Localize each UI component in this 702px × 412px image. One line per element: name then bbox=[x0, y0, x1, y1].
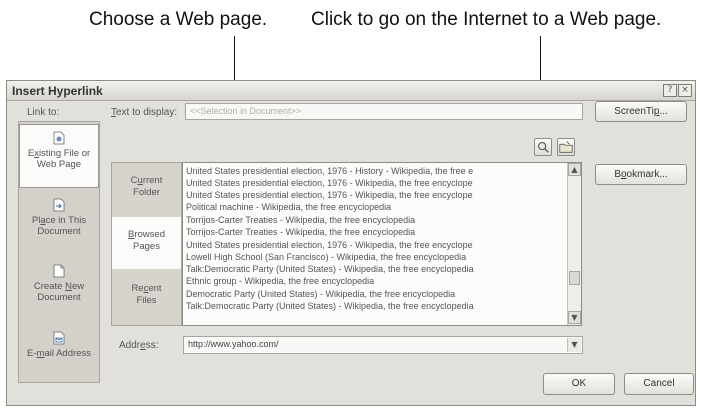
text-to-display-label: Text to display: bbox=[111, 107, 178, 118]
list-item[interactable]: Democratic Party (United States) - Wikip… bbox=[186, 289, 455, 299]
list-item[interactable]: Talk:Democratic Party (United States) - … bbox=[186, 264, 474, 274]
chevron-down-icon[interactable]: ▼ bbox=[567, 338, 581, 352]
title-bar: Insert Hyperlink ? × bbox=[7, 81, 695, 101]
bookmark-button[interactable]: Bookmark... bbox=[595, 164, 687, 185]
link-to-existing-file-label: Existing File or Web Page bbox=[27, 148, 91, 170]
ok-button[interactable]: OK bbox=[543, 373, 615, 395]
list-item[interactable]: United States presidential election, 197… bbox=[186, 178, 473, 188]
list-scrollbar[interactable]: ▲ ▼ bbox=[567, 163, 581, 325]
look-in-recent-files[interactable]: Recent Files bbox=[112, 283, 181, 307]
browse-web-button[interactable] bbox=[534, 138, 552, 156]
look-in-browsed-pages[interactable]: Browsed Pages bbox=[112, 217, 181, 269]
file-icon bbox=[53, 131, 65, 145]
list-item[interactable]: Political machine - Wikipedia, the free … bbox=[186, 202, 391, 212]
scroll-thumb[interactable] bbox=[569, 271, 580, 285]
address-value: http://www.yahoo.com/ bbox=[188, 339, 279, 349]
cancel-button[interactable]: Cancel bbox=[624, 373, 694, 395]
callout-choose-web-page: Choose a Web page. bbox=[89, 9, 268, 30]
link-to-existing-file[interactable]: Existing File or Web Page bbox=[19, 124, 99, 188]
place-icon bbox=[53, 198, 65, 212]
list-item[interactable]: Lowell High School (San Francisco) - Wik… bbox=[186, 252, 466, 262]
list-item[interactable]: Talk:Democratic Party (United States) - … bbox=[186, 301, 474, 311]
look-in-bar: Current Folder Browsed Pages Recent Files bbox=[111, 162, 182, 326]
scroll-down-arrow-icon[interactable]: ▼ bbox=[568, 311, 581, 324]
insert-hyperlink-dialog: Insert Hyperlink ? × Link to: Existing F… bbox=[6, 80, 696, 406]
list-item[interactable]: Ethnic group - Wikipedia, the free encyc… bbox=[186, 276, 374, 286]
look-in-current-folder[interactable]: Current Folder bbox=[112, 175, 181, 199]
new-doc-icon bbox=[53, 264, 65, 278]
link-to-place-in-document[interactable]: Place in This Document bbox=[19, 192, 99, 256]
close-button[interactable]: × bbox=[678, 84, 692, 97]
link-to-create-new-document[interactable]: Create New Document bbox=[19, 258, 99, 322]
scroll-up-arrow-icon[interactable]: ▲ bbox=[568, 163, 581, 176]
email-icon bbox=[53, 331, 65, 345]
text-to-display-input[interactable]: <<Selection in Document>> bbox=[185, 103, 583, 120]
link-to-email-address-label: E-mail Address bbox=[27, 348, 91, 359]
list-item[interactable]: United States presidential election, 197… bbox=[186, 166, 473, 176]
browse-file-button[interactable] bbox=[557, 138, 575, 156]
list-item[interactable]: United States presidential election, 197… bbox=[186, 190, 473, 200]
address-input[interactable]: http://www.yahoo.com/ ▼ bbox=[183, 336, 583, 354]
list-item[interactable]: United States presidential election, 197… bbox=[186, 240, 473, 250]
screentip-button[interactable]: ScreenTip... bbox=[595, 101, 687, 122]
list-item[interactable]: Torrijos-Carter Treaties - Wikipedia, th… bbox=[186, 227, 415, 237]
browse-web-icon bbox=[537, 141, 549, 153]
link-to-label: Link to: bbox=[27, 107, 60, 118]
browse-file-icon bbox=[559, 141, 573, 153]
link-to-email-address[interactable]: E-mail Address bbox=[19, 325, 99, 389]
callout-go-internet: Click to go on the Internet to a Web pag… bbox=[311, 9, 662, 30]
list-item[interactable]: Torrijos-Carter Treaties - Wikipedia, th… bbox=[186, 215, 415, 225]
link-to-bar: Existing File or Web Page Place in This Do… bbox=[18, 121, 100, 383]
address-label: Address: bbox=[119, 340, 159, 351]
link-to-create-new-document-label: Create New Document bbox=[33, 281, 85, 303]
dialog-title: Insert Hyperlink bbox=[12, 84, 103, 98]
browsed-pages-list[interactable]: United States presidential election, 197… bbox=[182, 162, 582, 326]
link-to-place-in-document-label: Place in This Document bbox=[31, 215, 87, 237]
help-button[interactable]: ? bbox=[663, 84, 677, 97]
